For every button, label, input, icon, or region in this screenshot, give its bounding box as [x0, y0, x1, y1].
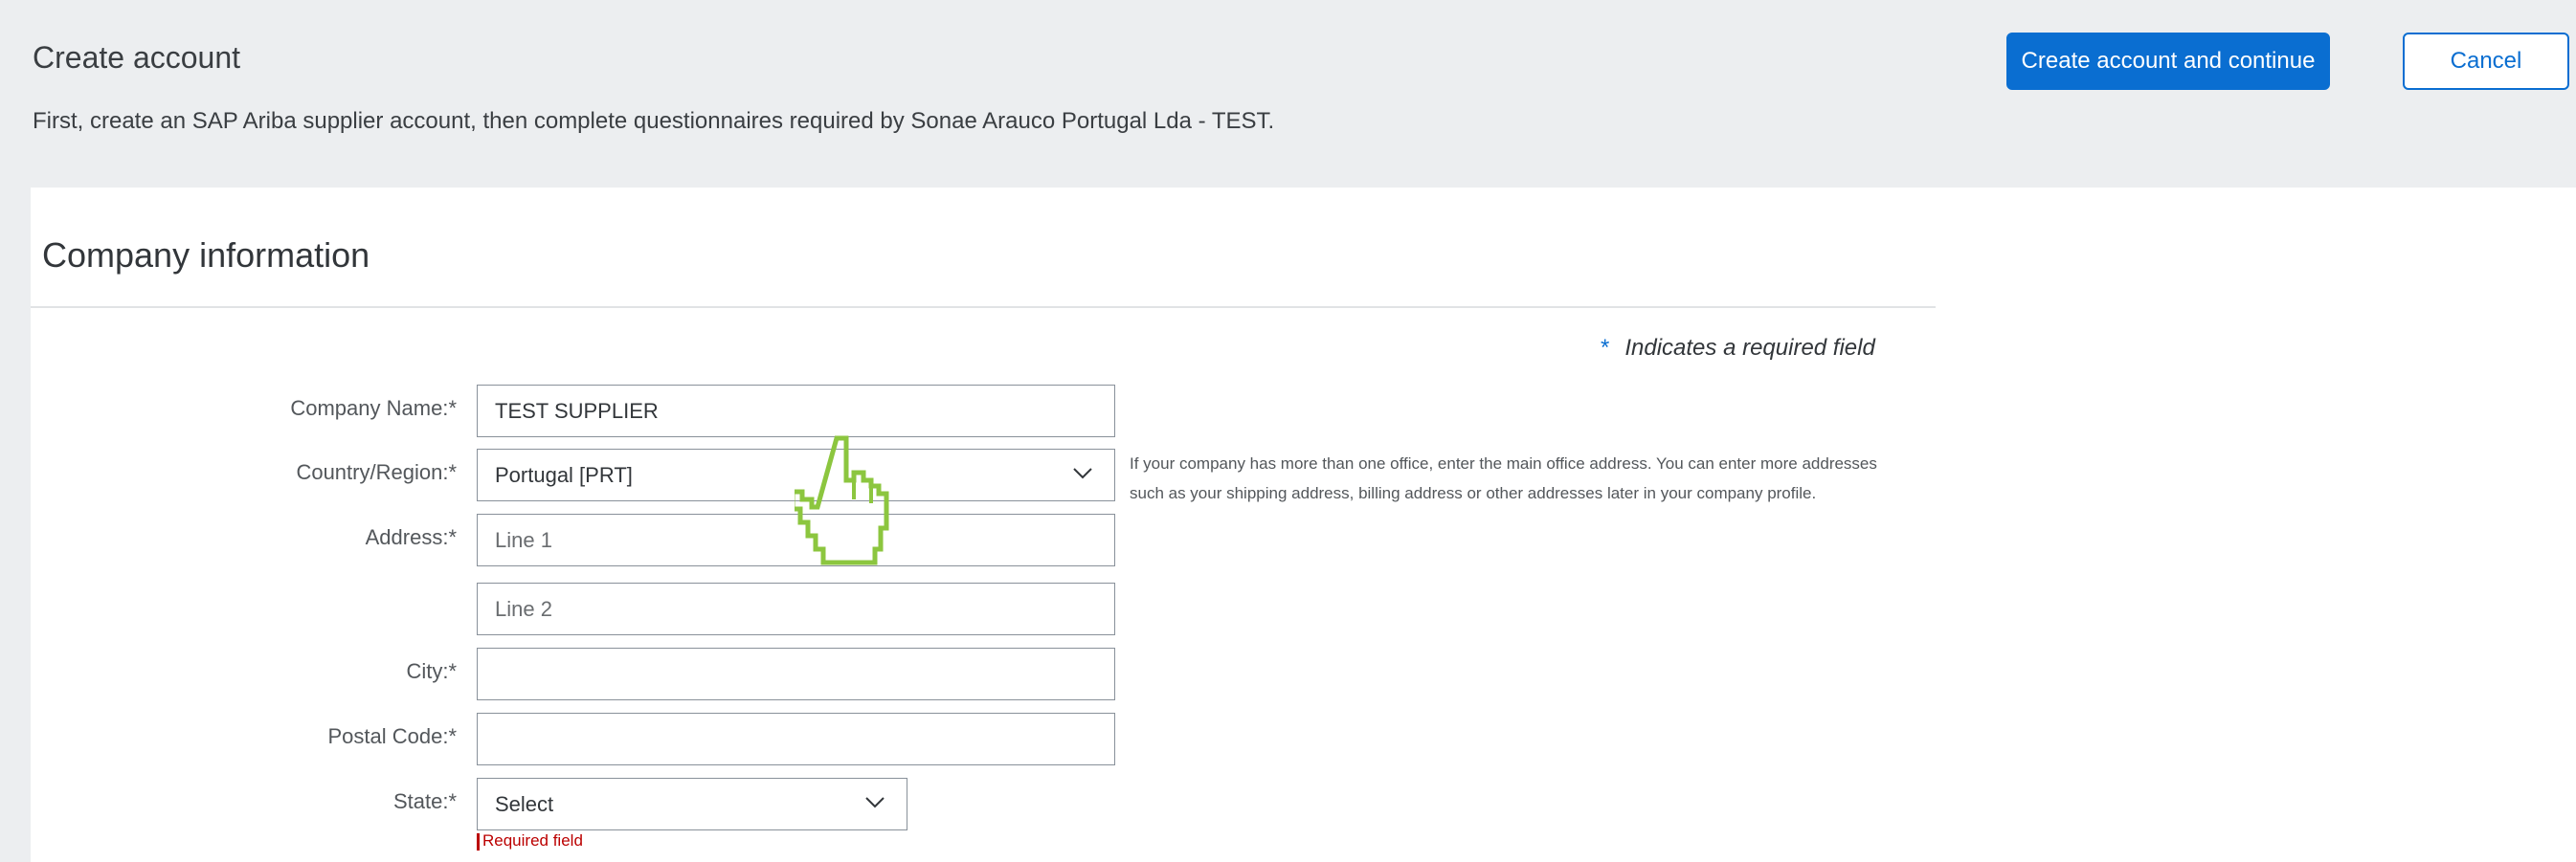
state-value: Select [495, 791, 554, 816]
required-marker: * [448, 460, 457, 484]
company-name-label-text: Company Name: [290, 396, 449, 420]
hand-pointer-icon [795, 435, 889, 565]
country-label: Country/Region:* [169, 460, 457, 485]
required-marker: * [448, 659, 457, 683]
company-name-label: Company Name:* [169, 396, 457, 421]
required-marker: * [448, 724, 457, 748]
required-marker: * [448, 396, 457, 420]
postal-code-label: Postal Code:* [169, 724, 457, 749]
address-line2-placeholder: Line 2 [495, 596, 552, 621]
page-title: Create account [33, 40, 241, 75]
city-input[interactable] [477, 648, 1115, 700]
state-label-text: State: [392, 789, 449, 813]
required-marker: * [448, 789, 457, 813]
address-label: Address:* [169, 525, 457, 550]
page-subtitle: First, create an SAP Ariba supplier acco… [33, 108, 1275, 134]
city-label-text: City: [406, 659, 449, 683]
country-label-text: Country/Region: [296, 460, 449, 484]
chevron-down-icon [865, 796, 885, 807]
address-line2-input[interactable]: Line 2 [477, 583, 1115, 635]
address-helper-text: If your company has more than one office… [1130, 454, 1877, 502]
address-line1-placeholder: Line 1 [495, 527, 552, 552]
create-account-button[interactable]: Create account and continue [2006, 33, 2330, 90]
country-value: Portugal [PRT] [495, 462, 633, 487]
city-label: City:* [169, 659, 457, 684]
cancel-button[interactable]: Cancel [2403, 33, 2569, 90]
required-field-note: * Indicates a required field [1601, 335, 1875, 362]
company-information-panel: Company information * Indicates a require… [31, 188, 2576, 862]
postal-code-input[interactable] [477, 713, 1115, 765]
postal-code-label-text: Postal Code: [327, 724, 449, 748]
state-error-text: Required field [482, 831, 583, 850]
address-label-text: Address: [365, 525, 449, 549]
section-title: Company information [42, 235, 370, 275]
section-divider [31, 306, 1936, 308]
company-name-value: TEST SUPPLIER [495, 398, 659, 423]
state-error-message: Required field [477, 831, 583, 851]
company-name-field[interactable]: TEST SUPPLIER [477, 385, 1115, 437]
required-star: * [1601, 335, 1610, 361]
state-label: State:* [169, 789, 457, 814]
required-note-text: Indicates a required field [1624, 335, 1875, 361]
chevron-down-icon [1073, 467, 1092, 478]
state-select[interactable]: Select [477, 778, 907, 830]
error-indicator [477, 832, 480, 851]
required-marker: * [448, 525, 457, 549]
